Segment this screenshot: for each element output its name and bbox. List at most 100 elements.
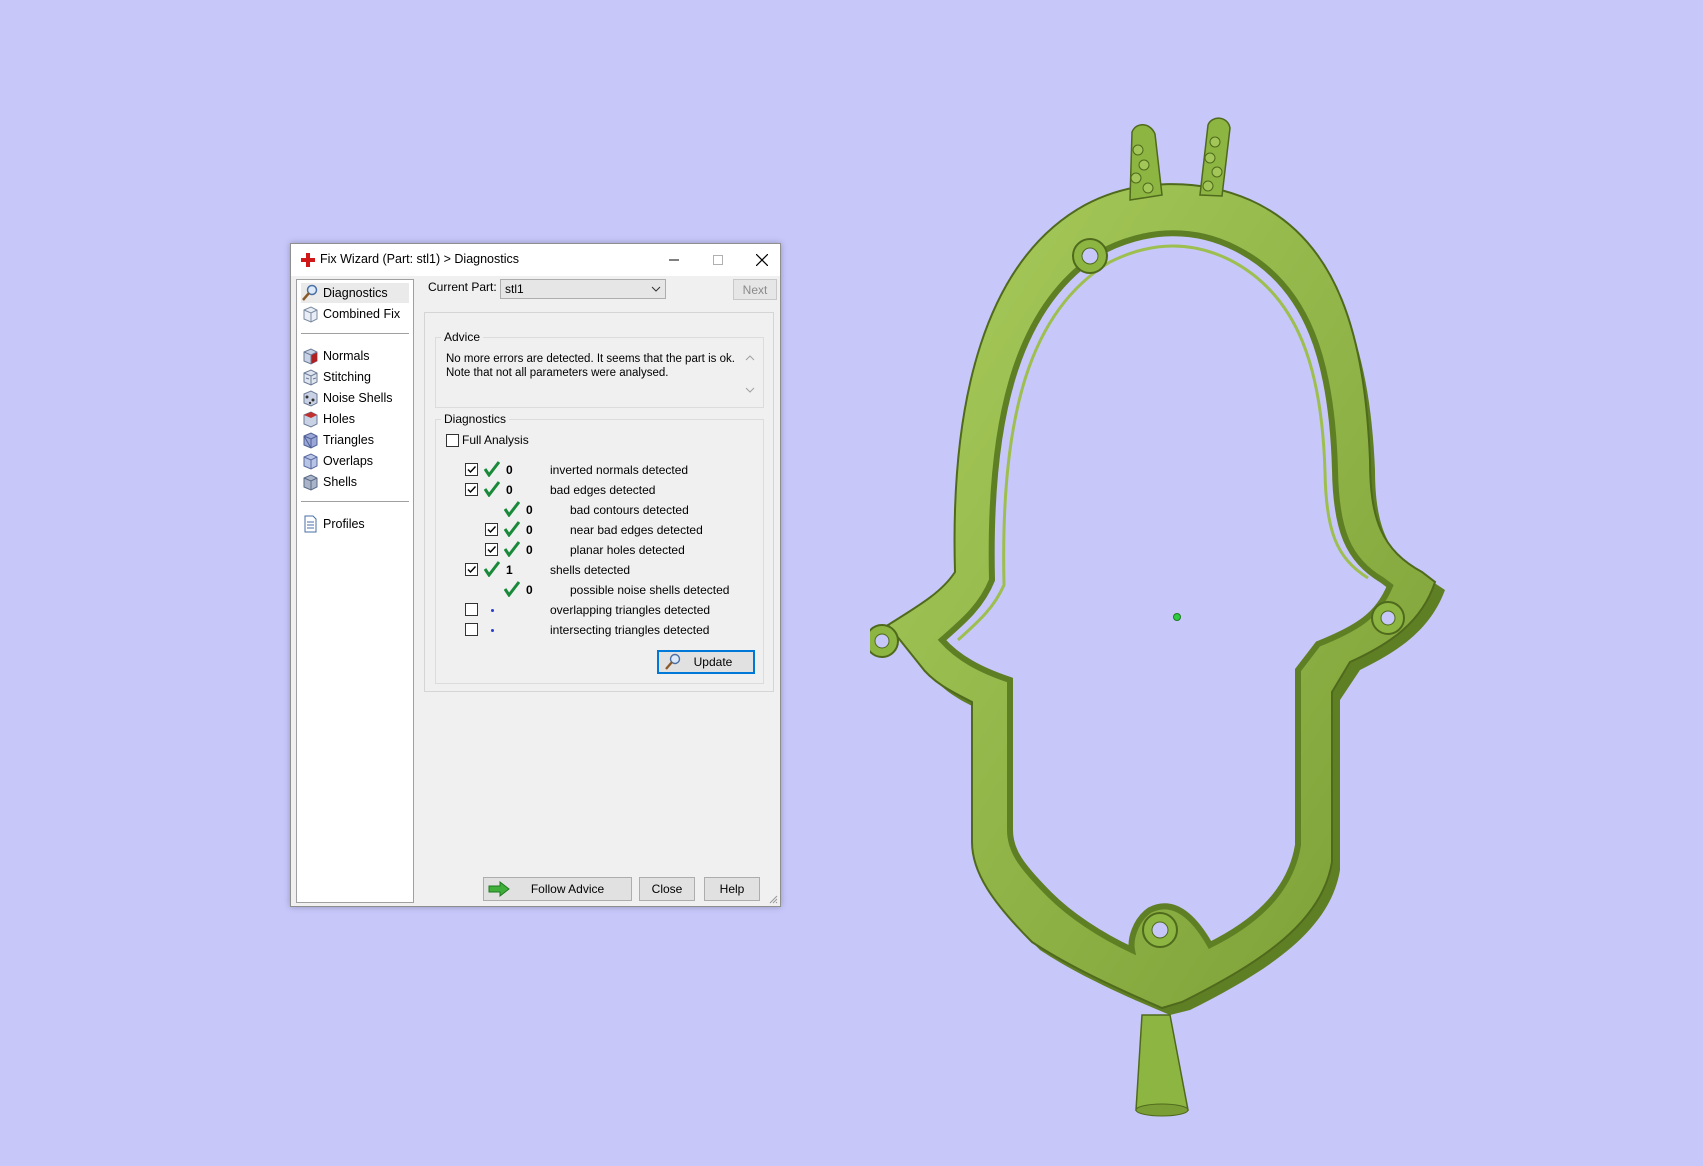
green-check-icon <box>504 581 520 597</box>
green-check-icon <box>484 461 500 477</box>
close-button[interactable]: Close <box>639 877 695 901</box>
sidebar-item-label: Triangles <box>323 433 374 447</box>
pivot-point-icon <box>1173 613 1181 621</box>
magnifier-icon <box>665 653 681 670</box>
close-icon <box>756 254 768 266</box>
window-title: Fix Wizard (Part: stl1) > Diagnostics <box>320 252 520 266</box>
green-arrow-icon <box>488 881 510 897</box>
close-window-button[interactable] <box>740 244 784 276</box>
advice-group-title: Advice <box>441 330 484 344</box>
bad-contours-text: bad contours detected <box>570 503 689 517</box>
shells-cube-icon <box>303 474 318 491</box>
sidebar-item-diagnostics[interactable]: Diagnostics <box>301 283 409 303</box>
maximize-icon <box>713 255 723 265</box>
bad-edges-checkbox[interactable] <box>465 483 478 496</box>
intersecting-triangles-checkbox[interactable] <box>465 623 478 636</box>
overlaps-cube-icon <box>303 453 318 470</box>
intersecting-triangles-text: intersecting triangles detected <box>550 623 710 637</box>
overlapping-triangles-checkbox[interactable] <box>465 603 478 616</box>
sidebar-item-profiles[interactable]: Profiles <box>301 514 409 534</box>
resize-grip-icon[interactable] <box>768 894 778 904</box>
inverted-normals-text: inverted normals detected <box>550 463 689 477</box>
magnifier-icon <box>302 284 318 301</box>
green-check-icon <box>484 481 500 497</box>
bad-edges-text: bad edges detected <box>550 483 656 497</box>
cube-icon <box>303 306 318 323</box>
sidebar-divider <box>301 333 409 334</box>
planar-holes-checkbox[interactable] <box>485 543 498 556</box>
sidebar-item-label: Normals <box>323 349 370 363</box>
follow-advice-button[interactable]: Follow Advice <box>483 877 632 901</box>
checkmark-icon <box>467 466 477 474</box>
checkmark-icon <box>467 566 477 574</box>
sidebar-item-label: Shells <box>323 475 358 489</box>
sidebar-item-triangles[interactable]: Triangles <box>301 430 409 450</box>
current-part-value: stl1 <box>505 282 524 296</box>
shells-checkbox[interactable] <box>465 563 478 576</box>
update-button-label: Update <box>693 655 733 669</box>
next-button[interactable]: Next <box>733 279 777 300</box>
checkmark-icon <box>487 526 497 534</box>
sidebar-divider <box>301 501 409 502</box>
green-check-icon <box>504 541 520 557</box>
checkmark-icon <box>487 546 497 554</box>
normals-cube-icon <box>303 348 318 365</box>
inverted-normals-checkbox[interactable] <box>465 463 478 476</box>
inverted-normals-count: 0 <box>506 463 513 477</box>
sidebar-item-label: Holes <box>323 412 355 426</box>
red-cross-icon <box>301 253 315 267</box>
full-analysis-checkbox[interactable] <box>446 434 459 447</box>
sidebar-item-stitching[interactable]: Stitching <box>301 367 409 387</box>
title-bar[interactable]: Fix Wizard (Part: stl1) > Diagnostics <box>291 244 780 276</box>
sidebar-item-noise-shells[interactable]: Noise Shells <box>301 388 409 408</box>
near-bad-edges-checkbox[interactable] <box>485 523 498 536</box>
noise-shells-text: possible noise shells detected <box>570 583 730 597</box>
planar-holes-text: planar holes detected <box>570 543 685 557</box>
planar-holes-count: 0 <box>526 543 533 557</box>
diagnostics-group: Diagnostics Full Analysis 0 inverted nor… <box>435 412 764 684</box>
not-run-dot-icon <box>491 609 494 612</box>
near-bad-edges-text: near bad edges detected <box>570 523 703 537</box>
advice-scrollbar[interactable] <box>743 352 757 396</box>
fix-wizard-window: Fix Wizard (Part: stl1) > Diagnostics Di… <box>290 243 781 907</box>
sidebar-item-combined-fix[interactable]: Combined Fix <box>301 304 409 324</box>
checkmark-icon <box>467 486 477 494</box>
sidebar-item-label: Diagnostics <box>323 286 388 300</box>
minimize-icon <box>669 259 679 261</box>
noise-shells-count: 0 <box>526 583 533 597</box>
fix-wizard-sidebar: Diagnostics Combined Fix Normals Stitchi… <box>296 279 414 903</box>
not-run-dot-icon <box>491 629 494 632</box>
sidebar-item-label: Combined Fix <box>323 307 401 321</box>
sidebar-item-shells[interactable]: Shells <box>301 472 409 492</box>
maximize-button[interactable] <box>696 244 740 276</box>
chevron-down-icon <box>651 286 661 292</box>
follow-advice-label: Follow Advice <box>530 882 605 896</box>
stitching-cube-icon <box>303 369 318 386</box>
update-button[interactable]: Update <box>657 650 755 674</box>
advice-text: No more errors are detected. It seems th… <box>446 353 735 379</box>
sidebar-item-label: Overlaps <box>323 454 374 468</box>
overlapping-triangles-text: overlapping triangles detected <box>550 603 711 617</box>
triangles-cube-icon <box>303 432 318 449</box>
help-button[interactable]: Help <box>704 877 760 901</box>
shells-count: 1 <box>506 563 513 577</box>
near-bad-edges-count: 0 <box>526 523 533 537</box>
holes-cube-icon <box>303 411 318 428</box>
full-analysis-label: Full Analysis <box>462 433 529 447</box>
sidebar-item-holes[interactable]: Holes <box>301 409 409 429</box>
3d-model-viewport[interactable] <box>870 110 1490 1130</box>
sidebar-item-label: Profiles <box>323 517 365 531</box>
sidebar-item-label: Noise Shells <box>323 391 393 405</box>
bad-edges-count: 0 <box>506 483 513 497</box>
current-part-select[interactable]: stl1 <box>500 279 666 299</box>
green-check-icon <box>484 561 500 577</box>
diagnostics-panel: Advice No more errors are detected. It s… <box>424 312 774 692</box>
bad-contours-count: 0 <box>526 503 533 517</box>
advice-group: Advice No more errors are detected. It s… <box>435 330 764 408</box>
sidebar-item-normals[interactable]: Normals <box>301 346 409 366</box>
green-check-icon <box>504 521 520 537</box>
sidebar-item-overlaps[interactable]: Overlaps <box>301 451 409 471</box>
scroll-arrows-icon <box>745 355 755 393</box>
minimize-button[interactable] <box>652 244 696 276</box>
diagnostics-group-title: Diagnostics <box>441 412 510 426</box>
